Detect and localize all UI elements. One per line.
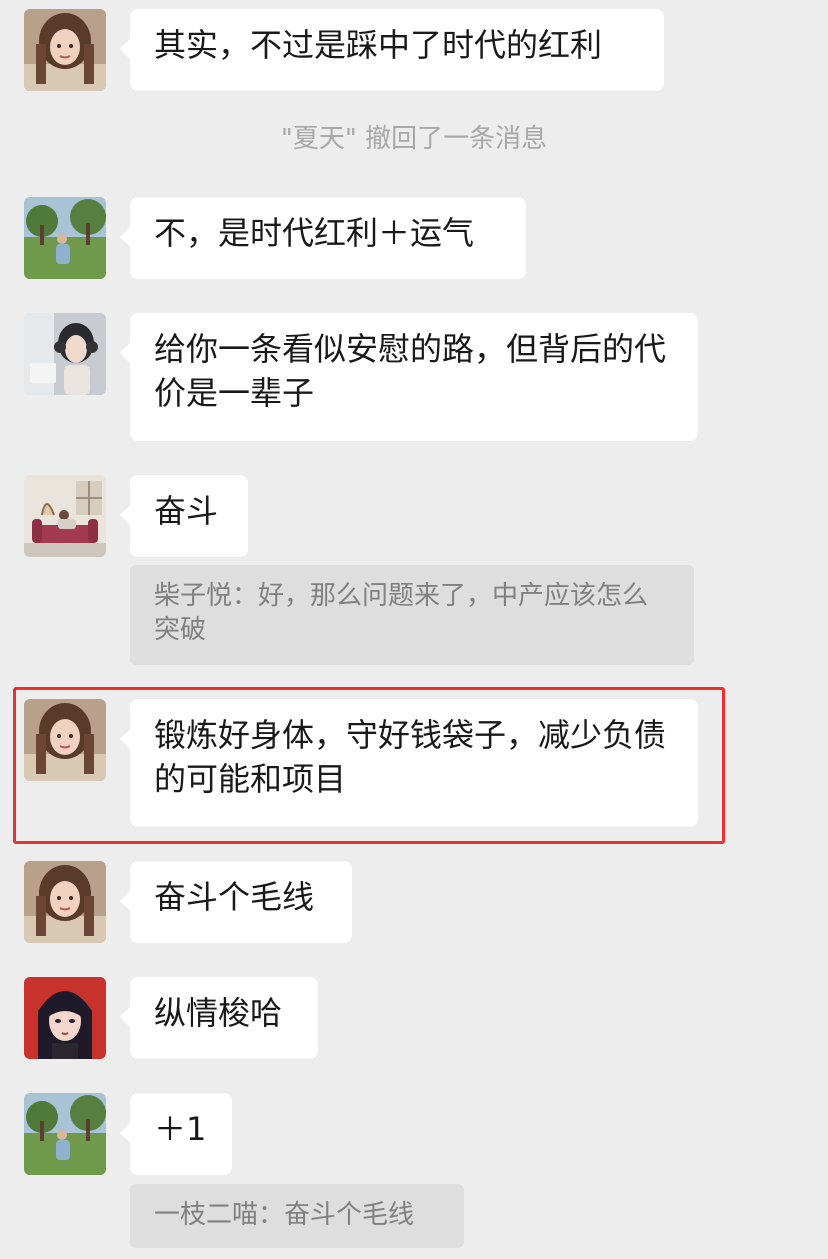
message-bubble[interactable]: 奋斗个毛线 [120, 861, 352, 943]
avatar-anime-girl[interactable] [24, 977, 106, 1059]
avatar-sofa-illustration[interactable] [24, 475, 106, 557]
message-bubble[interactable]: 给你一条看似安慰的路，但背后的代价是一辈子 [120, 313, 698, 441]
quoted-reply[interactable]: 柴子悦：好，那么问题来了，中产应该怎么突破 [130, 565, 694, 665]
avatar-park-photo[interactable] [24, 197, 106, 279]
chat-window: 其实，不过是踩中了时代的红利 "夏天" 撤回了一条消息 不，是时代红利＋运气 给… [0, 0, 828, 1259]
message-bubble[interactable]: 纵情梭哈 [120, 977, 318, 1059]
message-bubble[interactable]: 其实，不过是踩中了时代的红利 [120, 9, 664, 91]
system-recall-notice: "夏天" 撤回了一条消息 [280, 124, 548, 154]
quoted-reply[interactable]: 一枝二喵：奋斗个毛线 [130, 1184, 464, 1248]
avatar-girl-long-hair[interactable] [24, 861, 106, 943]
avatar-girl-long-hair[interactable] [24, 9, 106, 91]
message-bubble[interactable]: 锻炼好身体，守好钱袋子，减少负债的可能和项目 [120, 699, 698, 827]
message-bubble[interactable]: ＋1 [120, 1093, 232, 1175]
avatar-girl-long-hair[interactable] [24, 699, 106, 781]
message-bubble[interactable]: 奋斗 [120, 475, 248, 557]
avatar-park-photo[interactable] [24, 1093, 106, 1175]
avatar-headphone-girl[interactable] [24, 313, 106, 395]
message-bubble[interactable]: 不，是时代红利＋运气 [120, 197, 526, 279]
